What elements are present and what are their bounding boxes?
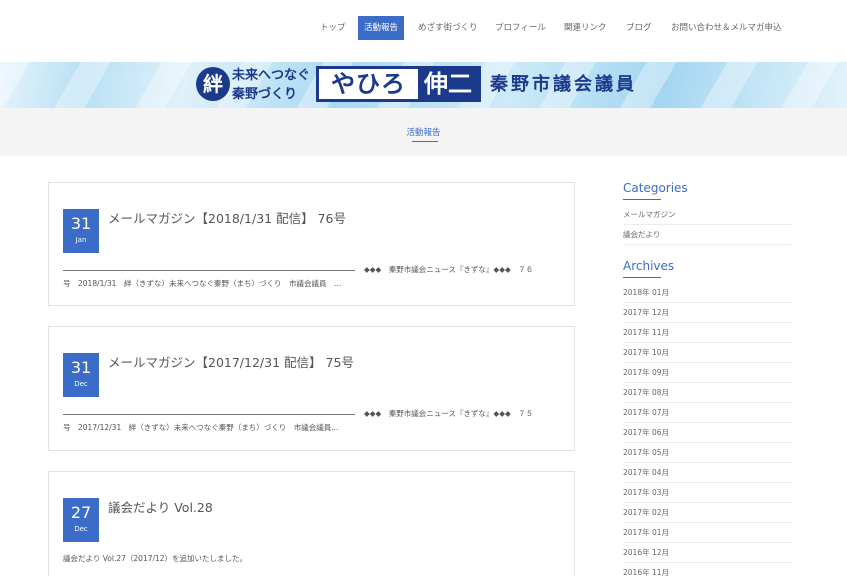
banner-title: 秦野市議会議員	[490, 74, 637, 95]
post-date-month: Jan	[75, 236, 87, 244]
post-date-badge: 27 Dec	[63, 498, 99, 542]
post-card: 27 Dec 議会だより Vol.28 議会だより Vol.27（2017/12…	[48, 471, 575, 576]
archive-link[interactable]: 2017年 10月	[623, 343, 791, 363]
post-card: 31 Jan メールマガジン【2018/1/31 配信】 76号 ◆◆◆ 秦野市…	[48, 182, 575, 306]
archive-link[interactable]: 2017年 05月	[623, 443, 791, 463]
header-banner[interactable]: 絆 未来へつなぐ 秦野づくり やひろ 伸二 秦野市議会議員	[0, 62, 847, 108]
banner-slogan: 未来へつなぐ 秦野づくり	[232, 66, 316, 104]
archive-link[interactable]: 2017年 08月	[623, 383, 791, 403]
archive-link[interactable]: 2017年 07月	[623, 403, 791, 423]
post-date-badge: 31 Jan	[63, 209, 99, 253]
post-excerpt: 号 2018/1/31 絆（きずな）未来へつなぐ秦野（まち）づくり 市議会議員 …	[63, 279, 342, 288]
nav-item-blog[interactable]: ブログ	[620, 16, 658, 40]
archive-link[interactable]: 2017年 01月	[623, 523, 791, 543]
candidate-name-kanji: 伸二	[418, 69, 478, 99]
post-date-month: Dec	[74, 380, 88, 388]
post-title-link[interactable]: メールマガジン【2017/12/31 配信】 75号	[108, 352, 354, 371]
candidate-name-kana: やひろ	[331, 70, 406, 98]
nav-item-activity-report[interactable]: 活動報告	[358, 16, 405, 40]
nav-item-town-planning[interactable]: めざす街づくり	[412, 16, 484, 40]
page-title-bar: 活動報告	[0, 108, 847, 156]
archives-heading-underline	[623, 277, 661, 278]
categories-heading: Categories	[623, 181, 688, 195]
post-excerpt-head: ◆◆◆ 秦野市議会ニュース『きずな』◆◆◆ ７６	[364, 265, 534, 274]
nav-item-top[interactable]: トップ	[314, 16, 352, 40]
category-link[interactable]: 議会だより	[623, 225, 791, 245]
top-navigation: トップ 活動報告 めざす街づくり プロフィール 関連リンク ブログ お問い合わせ…	[0, 0, 847, 62]
archive-link[interactable]: 2017年 11月	[623, 323, 791, 343]
kizuna-emblem: 絆	[196, 67, 230, 101]
archives-heading: Archives	[623, 259, 675, 273]
archive-link[interactable]: 2018年 01月	[623, 283, 791, 303]
post-excerpt: 議会だより Vol.27（2017/12）を追加いたしました。	[63, 554, 248, 563]
archive-link[interactable]: 2016年 11月	[623, 563, 791, 576]
archive-link[interactable]: 2017年 04月	[623, 463, 791, 483]
archive-link[interactable]: 2017年 06月	[623, 423, 791, 443]
page-title-underline	[412, 141, 438, 142]
nav-item-profile[interactable]: プロフィール	[489, 16, 552, 40]
post-title-link[interactable]: 議会だより Vol.28	[108, 497, 213, 516]
post-date-badge: 31 Dec	[63, 353, 99, 397]
excerpt-divider	[63, 270, 355, 271]
post-date-day: 27	[70, 503, 92, 522]
post-date-day: 31	[70, 214, 92, 233]
categories-heading-underline	[623, 199, 661, 200]
page-title: 活動報告	[406, 128, 441, 138]
archive-link[interactable]: 2017年 02月	[623, 503, 791, 523]
category-link[interactable]: メールマガジン	[623, 205, 791, 225]
post-excerpt: 号 2017/12/31 絆（きずな）未来へつなぐ秦野（まち）づくり 市議会議員…	[63, 423, 339, 432]
archive-link[interactable]: 2017年 09月	[623, 363, 791, 383]
nav-item-related-links[interactable]: 関連リンク	[558, 16, 613, 40]
excerpt-divider	[63, 414, 355, 415]
slogan-line-1: 未来へつなぐ	[232, 68, 311, 83]
post-title-link[interactable]: メールマガジン【2018/1/31 配信】 76号	[108, 208, 346, 227]
archive-link[interactable]: 2016年 12月	[623, 543, 791, 563]
archive-link[interactable]: 2017年 12月	[623, 303, 791, 323]
archive-link[interactable]: 2017年 03月	[623, 483, 791, 503]
post-date-month: Dec	[74, 525, 88, 533]
post-date-day: 31	[70, 358, 92, 377]
slogan-line-2: 秦野づくり	[232, 87, 298, 102]
candidate-name-logo: やひろ 伸二	[316, 66, 481, 102]
post-excerpt-head: ◆◆◆ 秦野市議会ニュース『きずな』◆◆◆ ７５	[364, 409, 534, 418]
nav-item-contact[interactable]: お問い合わせ＆メルマガ申込	[665, 16, 788, 40]
post-card: 31 Dec メールマガジン【2017/12/31 配信】 75号 ◆◆◆ 秦野…	[48, 326, 575, 451]
